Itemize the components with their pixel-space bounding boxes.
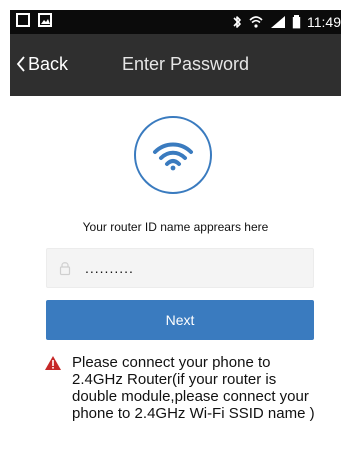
chevron-left-icon [16, 56, 25, 72]
wifi-signal-icon [249, 16, 263, 28]
image-icon [38, 13, 52, 27]
wifi-icon [153, 142, 193, 171]
warning-message: Please connect your phone to 2.4GHz Rout… [44, 354, 324, 422]
warning-text: Please connect your phone to 2.4GHz Rout… [72, 354, 315, 422]
back-label: Back [28, 54, 69, 74]
cell-signal-icon [271, 16, 285, 28]
back-button[interactable]: Back [16, 53, 68, 75]
wifi-hero [134, 116, 212, 194]
router-id-text: Your router ID name apprears here [82, 220, 269, 234]
battery-icon [292, 15, 301, 29]
status-bar: 11:49 [10, 10, 341, 34]
warning-triangle-icon [45, 356, 61, 370]
status-time: 11:49 [307, 14, 341, 30]
status-bar-right: 11:49 [232, 13, 341, 31]
lock-icon [59, 262, 71, 276]
app-frame: 11:49 Back Enter Password Your router ID… [10, 10, 341, 453]
notification-box-icon [16, 13, 30, 27]
bluetooth-icon [233, 16, 241, 28]
status-bar-left [16, 13, 52, 27]
page-title: Enter Password [122, 54, 250, 74]
password-field[interactable]: .......... [46, 248, 314, 288]
password-value: .......... [85, 260, 134, 276]
next-button[interactable]: Next [46, 300, 314, 340]
navigation-bar: Back Enter Password [10, 34, 341, 96]
main-content: Your router ID name apprears here ......… [10, 96, 341, 453]
